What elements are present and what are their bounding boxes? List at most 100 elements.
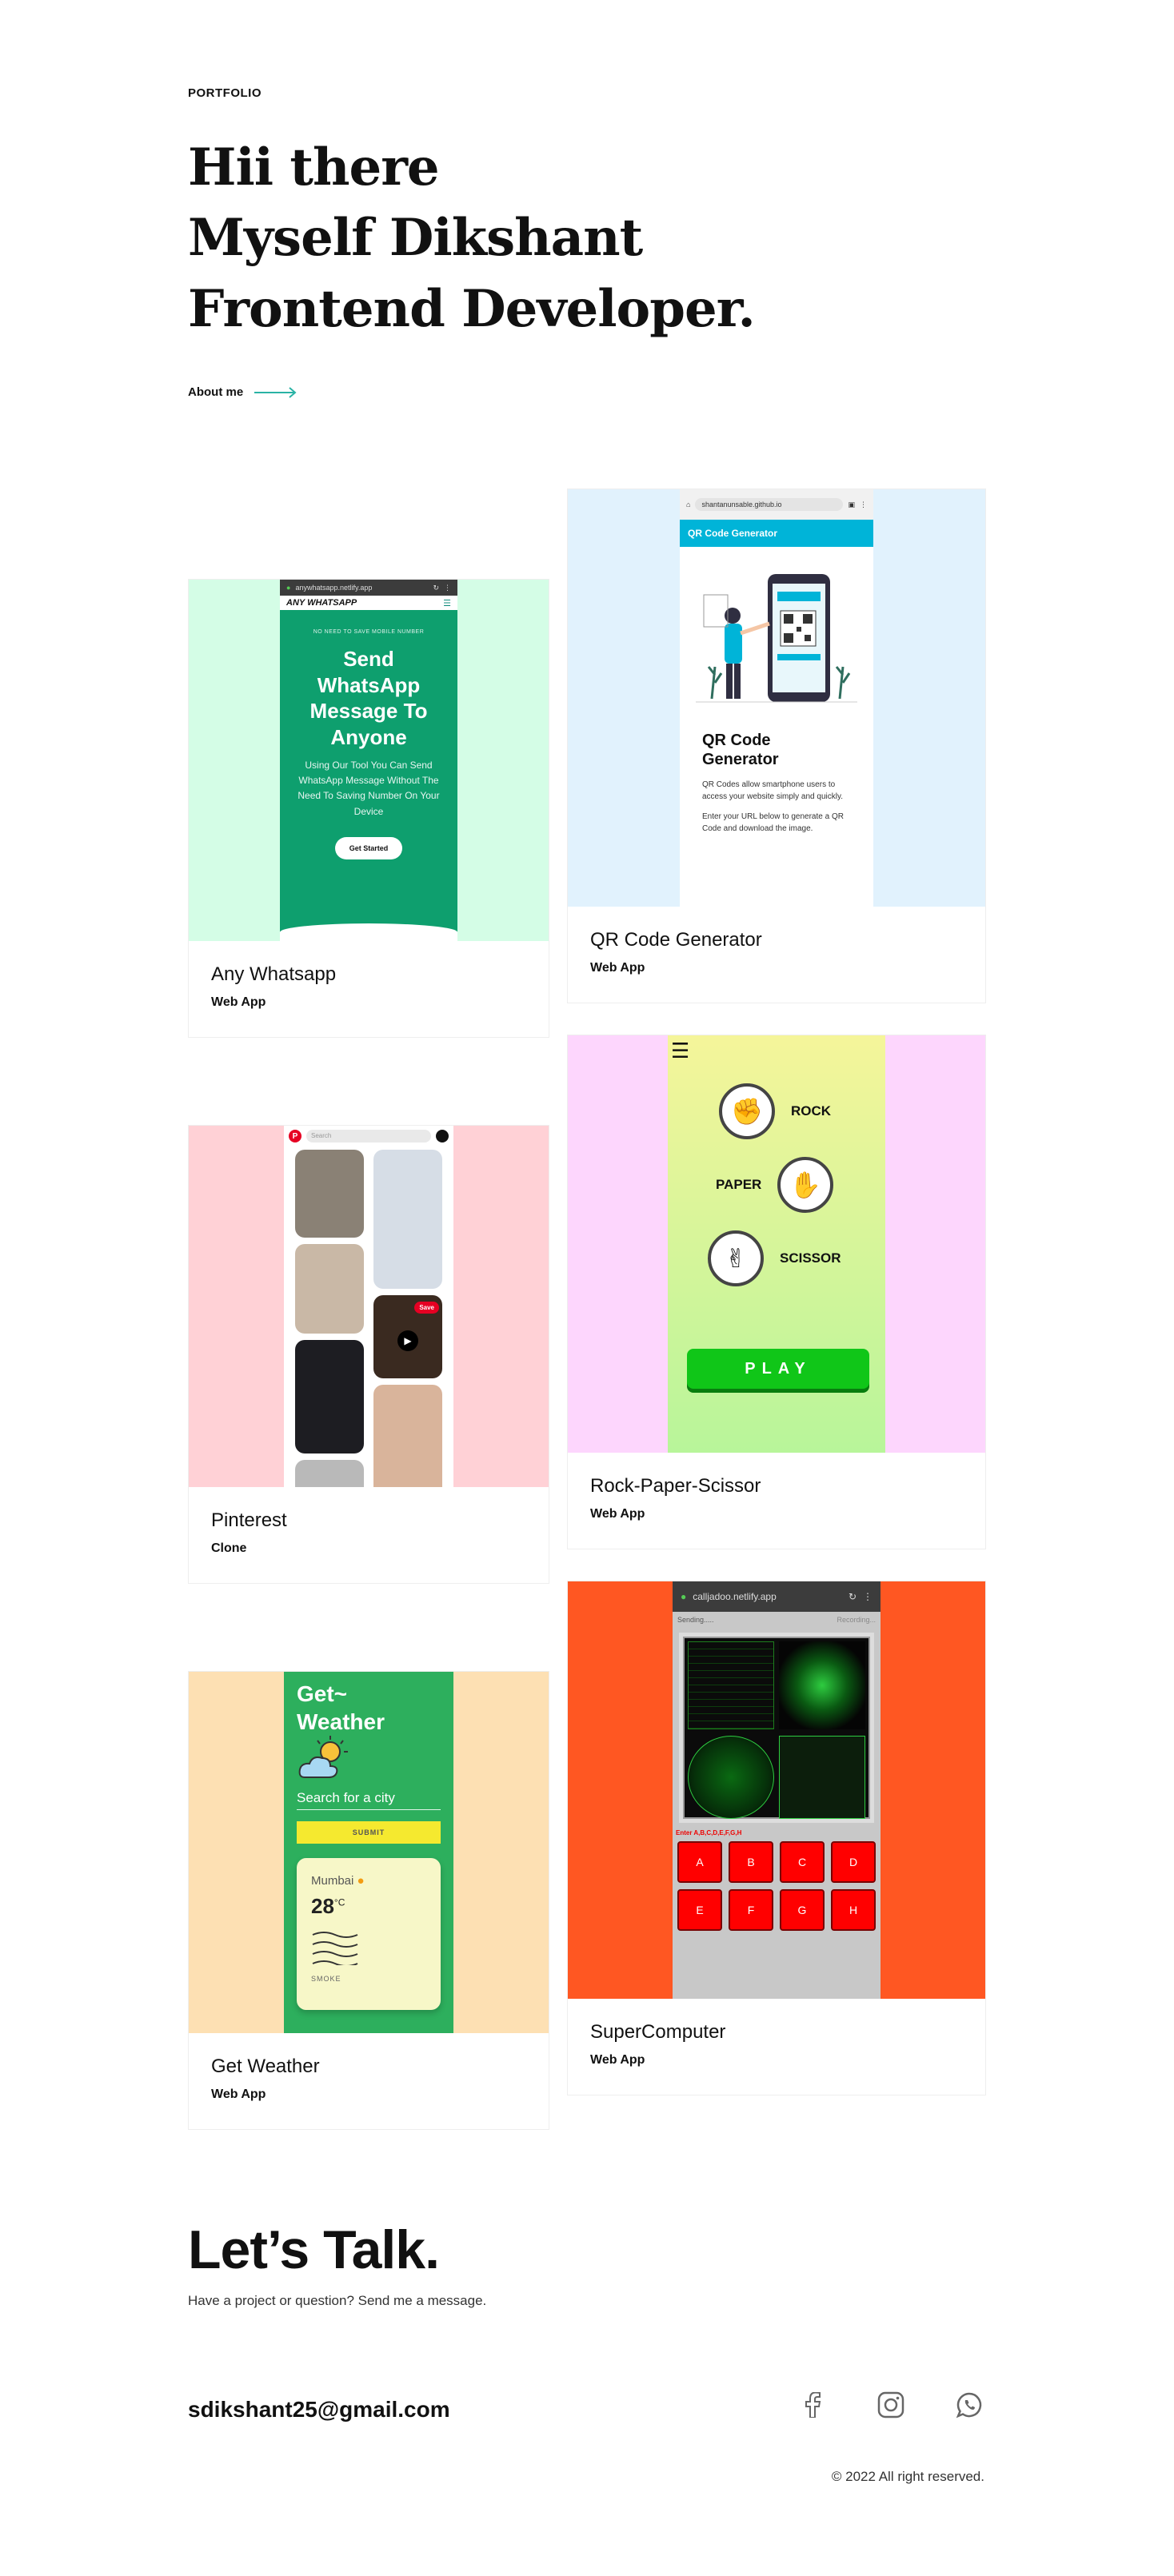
browser-url: calljadoo.netlify.app: [693, 1591, 777, 1602]
project-card-pinterest[interactable]: P Search Save ▶ Pinterest Clone: [188, 1125, 549, 1584]
pin-image: [373, 1150, 442, 1289]
key-h: H: [831, 1889, 876, 1931]
key-f: F: [729, 1889, 773, 1931]
pinterest-logo-icon: P: [289, 1130, 301, 1142]
project-title: Any Whatsapp: [211, 963, 337, 985]
radar-panel: [688, 1736, 774, 1819]
project-thumbnail: ☰ ✊ ROCK PAPER ✋ ✌ SCISSOR PLAY: [568, 1035, 985, 1453]
project-card-supercomputer[interactable]: ● calljadoo.netlify.app ↻ ⋮ Sending.....…: [567, 1581, 986, 2095]
browser-url: shantanunsable.github.io: [695, 498, 844, 511]
app-headline: Send WhatsApp Message To Anyone: [309, 647, 428, 749]
portfolio-kicker: PORTFOLIO: [188, 86, 262, 100]
project-card-any-whatsapp[interactable]: ● anywhatsapp.netlify.app ↻ ⋮ ANY WHATSA…: [188, 579, 549, 1038]
city-search-input: Search for a city: [297, 1790, 441, 1810]
pin-column-left: [295, 1150, 364, 1487]
lets-talk-heading: Let’s Talk.: [188, 2219, 440, 2280]
about-me-link[interactable]: About me: [188, 385, 297, 399]
whatsapp-link[interactable]: [955, 2391, 984, 2419]
instagram-link[interactable]: [877, 2391, 905, 2419]
status-sending: Sending.....: [677, 1616, 714, 1624]
rock-option: ✊ ROCK: [719, 1083, 831, 1139]
project-category: Web App: [211, 995, 266, 1009]
play-icon: ▶: [397, 1330, 418, 1351]
email-link[interactable]: sdikshant25@gmail.com: [188, 2397, 450, 2426]
project-title: Get Weather: [211, 2056, 320, 2077]
arrow-right-icon: [254, 386, 297, 398]
key-g: G: [780, 1889, 825, 1931]
paper-hand-icon: ✋: [777, 1157, 834, 1213]
status-recording: Recording...: [837, 1616, 876, 1624]
paper-label: PAPER: [716, 1177, 762, 1192]
pinterest-header: P Search: [284, 1126, 453, 1146]
browser-url: anywhatsapp.netlify.app: [295, 584, 373, 592]
project-info: Get Weather Web App: [189, 2033, 549, 2129]
hero-line-2-text: Myself Dikshant: [188, 213, 643, 275]
copyright-text: © 2022 All right reserved.: [831, 2469, 984, 2484]
search-input: Search: [306, 1130, 431, 1142]
pin-image: [295, 1460, 364, 1487]
phone-mockup: ● anywhatsapp.netlify.app ↻ ⋮ ANY WHATSA…: [280, 580, 457, 941]
browser-bar: ● calljadoo.netlify.app ↻ ⋮: [673, 1581, 880, 1612]
key-e: E: [677, 1889, 722, 1931]
weather-app-title: Get~ Weather: [297, 1681, 385, 1734]
reload-icon: ↻: [848, 1591, 857, 1602]
project-category: Web App: [590, 2053, 645, 2067]
social-links: [798, 2391, 984, 2419]
weather-unit: °C: [333, 1896, 345, 1908]
facebook-link[interactable]: [798, 2391, 827, 2419]
location-icon: ●: [357, 1874, 365, 1888]
project-category: Clone: [211, 1541, 247, 1555]
pin-image: Save ▶: [373, 1295, 442, 1378]
reload-icon: ↻: [433, 583, 439, 592]
phone-mockup: P Search Save ▶: [284, 1126, 453, 1487]
terminal-panel: [688, 1641, 774, 1729]
project-title: Rock-Paper-Scissor: [590, 1475, 761, 1497]
facebook-icon: [805, 2392, 821, 2418]
key-a: A: [677, 1841, 722, 1883]
scissor-label: SCISSOR: [780, 1250, 841, 1266]
app-brand: ANY WHATSAPP: [286, 598, 357, 608]
weather-city: Mumbai: [311, 1874, 354, 1888]
key-d: D: [831, 1841, 876, 1883]
hero-line-2: Myself Dikshant: [188, 213, 643, 275]
project-thumbnail: ⌂ shantanunsable.github.io ▣ ⋮ QR Code G…: [568, 489, 985, 907]
lets-talk-subtitle: Have a project or question? Send me a me…: [188, 2293, 487, 2308]
avatar-icon: [436, 1130, 449, 1142]
instagram-icon: [877, 2391, 904, 2418]
project-title: QR Code Generator: [590, 929, 762, 951]
hero-line-1-text: Hii there: [188, 142, 440, 205]
smoke-icon: [312, 1932, 358, 1965]
hero-line-3: Frontend Developer.: [188, 284, 756, 346]
project-info: Any Whatsapp Web App: [189, 941, 549, 1037]
play-button: PLAY: [687, 1349, 869, 1389]
get-started-button: Get Started: [334, 836, 403, 859]
phone-mockup: ● calljadoo.netlify.app ↻ ⋮ Sending.....…: [673, 1581, 880, 1999]
project-category: Web App: [590, 1507, 645, 1521]
project-card-rock-paper-scissor[interactable]: ☰ ✊ ROCK PAPER ✋ ✌ SCISSOR PLAY Rock-Pap…: [567, 1035, 986, 1549]
email-text: sdikshant25@gmail.com: [188, 2397, 450, 2426]
project-card-get-weather[interactable]: Get~ Weather Search for a city SUBMIT Mu…: [188, 1671, 549, 2130]
more-icon: ⋮: [863, 1591, 873, 1602]
qr-heading: QR Code Generator: [702, 732, 779, 768]
key-b: B: [729, 1841, 773, 1883]
map-panel: [779, 1641, 865, 1729]
pin-image: [295, 1244, 364, 1334]
weather-city-row: Mumbai ●: [311, 1874, 426, 1888]
weather-temp: 28: [311, 1894, 334, 1918]
scissor-hand-icon: ✌: [708, 1230, 764, 1286]
pin-image: [295, 1340, 364, 1453]
project-card-qr-code-generator[interactable]: ⌂ shantanunsable.github.io ▣ ⋮ QR Code G…: [567, 488, 986, 1003]
home-icon: ⌂: [686, 500, 691, 508]
project-thumbnail: Get~ Weather Search for a city SUBMIT Mu…: [189, 1672, 549, 2033]
hamburger-icon: ☰: [671, 1039, 690, 1063]
scissor-option: ✌ SCISSOR: [708, 1230, 841, 1286]
save-pill: Save: [414, 1302, 439, 1314]
weather-temp-row: 28°C: [311, 1894, 426, 1919]
cloud-sun-icon: [298, 1736, 348, 1778]
rock-hand-icon: ✊: [719, 1083, 775, 1139]
hero-line-3-text: Frontend Developer.: [188, 284, 756, 346]
phone-mockup: ☰ ✊ ROCK PAPER ✋ ✌ SCISSOR PLAY: [668, 1035, 885, 1453]
wave-decoration: [280, 923, 457, 941]
pin-image: [373, 1385, 442, 1487]
rock-label: ROCK: [791, 1103, 832, 1119]
